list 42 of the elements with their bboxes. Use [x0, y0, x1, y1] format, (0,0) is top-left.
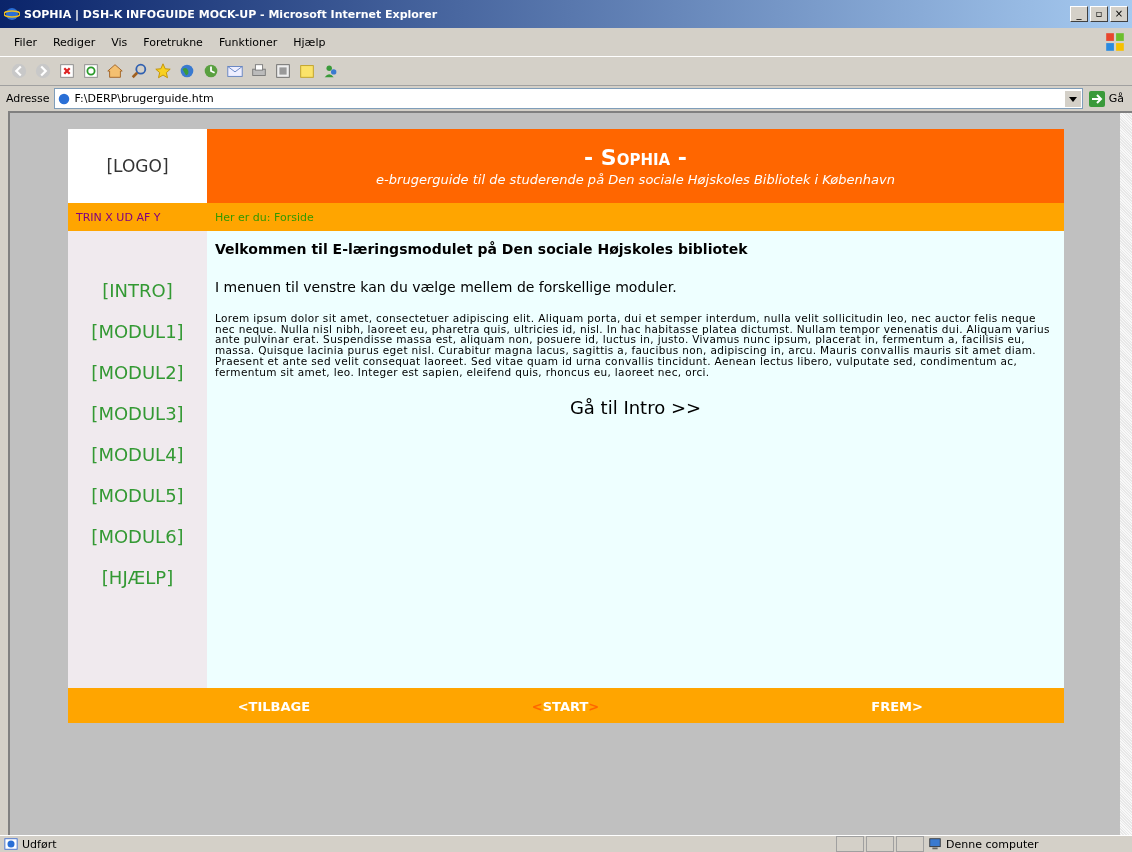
forward-icon[interactable] [34, 62, 52, 80]
breadcrumb: Her er du: Forside [214, 210, 314, 224]
window-control[interactable]: _ [1070, 6, 1088, 22]
refresh-icon[interactable] [82, 62, 100, 80]
address-label: Adresse [6, 92, 50, 105]
back-icon[interactable] [10, 62, 28, 80]
star-icon[interactable] [154, 62, 172, 80]
history-icon[interactable] [202, 62, 220, 80]
window-control[interactable]: ▫ [1090, 6, 1108, 22]
status-text: Udført [22, 837, 58, 851]
scrollbar[interactable] [1120, 113, 1132, 835]
page-heading: Velkommen til E-læringsmodulet på Den sociale Højskoles bibliotek [215, 241, 749, 257]
menu-item[interactable]: Vis [103, 35, 136, 49]
zone-text: Denne computer [946, 837, 1039, 851]
site-subtitle: e-brugerguide til de studerende på Den sociale Højskoles Bibliotek i København [376, 172, 895, 187]
dropdown-icon[interactable] [1064, 90, 1081, 107]
menu-item[interactable]: Funktioner [210, 35, 286, 49]
status-panel [896, 836, 924, 852]
body-text: Lorem ipsum dolor sit amet, consectetuer adipiscing elit. Aliquam porta, dui et semper interdum, nulla velit sollicitudin leo, nec auctor felis neque nec neque. Nulla nisl nibh, laoreet eu, pharetra quis, ultricies id, nisl. In hac habitasse platea dictumst. Nullam tempor venenatis dui. Aliquam varius ante pulvinar erat. Suspendisse massa est, aliquam non, posuere id, luctus in, justo. Vivamus nunc ipsum, placerat in, fermentum a, facilisis eu, massa. Quisque lacinia purus eget nisl. Curabitur magna lacus, sagittis a, faucibus non, adipiscing in, arcu. Mauris convallis mauris sit amet diam. Praesent et ante sed velit consequat laoreet. Sed vitae quam id urna convallis tincidunt. Aenean lectus libero, vulputate sed, condimentum ac, fermentum sit amet, leo. Integer est sapien, eleifend quis, rhoncus eu, laoreet nec, orci. [215, 313, 1051, 378]
step-indicator: TRIN X UD AF Y [75, 210, 162, 224]
menu-item[interactable]: Filer [6, 35, 45, 49]
window-control[interactable]: × [1110, 6, 1128, 22]
window-title: SOPHIA | DSH-K INFOGUIDE MOCK-UP - Microsoft Internet Explorer [24, 7, 439, 21]
menu-item[interactable]: Foretrukne [135, 35, 211, 49]
status-panel [836, 836, 864, 852]
search-icon[interactable] [130, 62, 148, 80]
intro-text: I menuen til venstre kan du vælge mellem de forskellige moduler. [215, 279, 678, 295]
go-button[interactable]: Gå [1086, 90, 1126, 107]
intro-link[interactable]: Gå til Intro >> [569, 397, 702, 419]
address-field[interactable]: F:\DERP\brugerguide.htm [53, 88, 1083, 109]
logo: [LOGO] [68, 129, 207, 203]
status-panel [866, 836, 894, 852]
windows-logo-icon [1104, 31, 1126, 53]
globe-icon[interactable] [178, 62, 196, 80]
menu-item[interactable]: Hjælp [285, 35, 334, 49]
home-icon[interactable] [106, 62, 124, 80]
browser-icon [4, 6, 20, 22]
menu-item[interactable]: Rediger [44, 35, 104, 49]
computer-icon [928, 837, 942, 851]
note-icon[interactable] [298, 62, 316, 80]
stop-icon[interactable] [58, 62, 76, 80]
site-title: - Sophia - [584, 145, 687, 170]
